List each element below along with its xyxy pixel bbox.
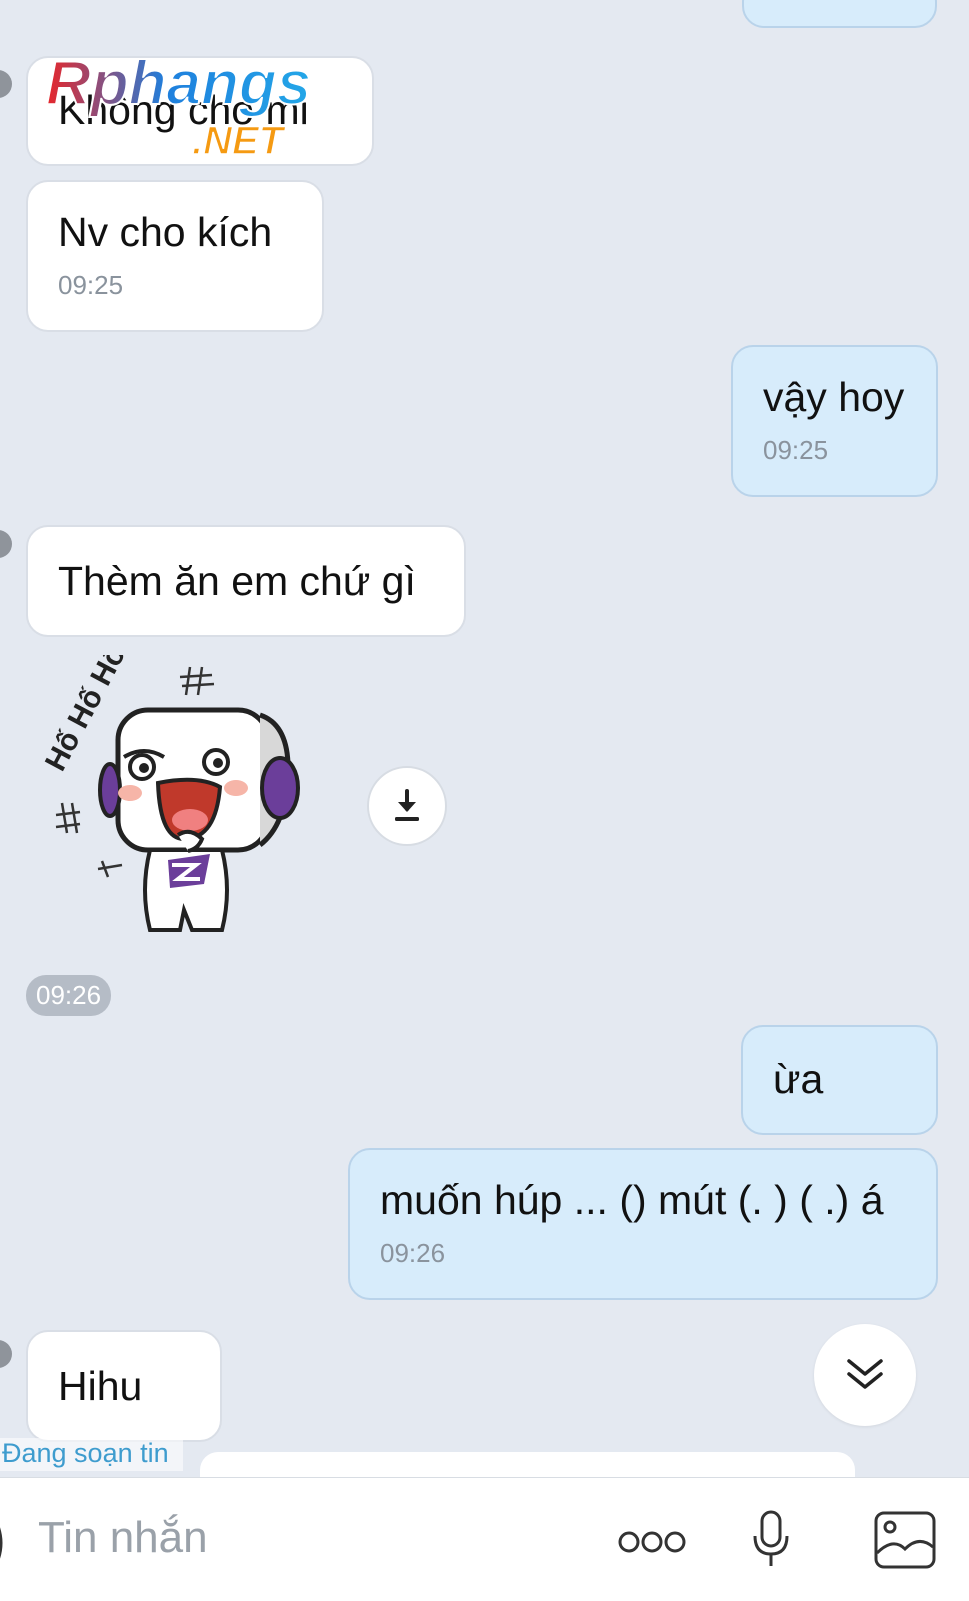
message-text: ừa bbox=[773, 1056, 824, 1102]
typing-indicator: Đang soạn tin bbox=[0, 1438, 183, 1471]
message-time: 09:25 bbox=[763, 435, 829, 466]
message-bubble-outgoing[interactable]: muốn húp ... () mút (. ) ( .) á 09:26 bbox=[348, 1148, 938, 1300]
chevron-double-down-icon bbox=[847, 1359, 883, 1389]
download-button[interactable] bbox=[367, 766, 447, 846]
sticker-image[interactable]: Hố Hố Hố bbox=[40, 655, 310, 955]
message-bubble-incoming[interactable]: Hihu bbox=[26, 1330, 222, 1442]
avatar[interactable] bbox=[0, 530, 12, 558]
sticker-time-badge: 09:26 bbox=[26, 975, 112, 1016]
message-text: Thèm ăn em chứ gì bbox=[58, 558, 416, 604]
message-composer: Tin nhắn bbox=[0, 1477, 969, 1601]
svg-text:Rphangs: Rphangs bbox=[46, 52, 311, 118]
emoji-icon[interactable] bbox=[0, 1513, 10, 1573]
message-bubble-incoming[interactable]: Thèm ăn em chứ gì bbox=[26, 525, 466, 637]
microphone-icon[interactable] bbox=[751, 1510, 791, 1570]
message-text: Hihu bbox=[58, 1363, 143, 1409]
scroll-to-bottom-button[interactable] bbox=[814, 1324, 916, 1426]
svg-text:.NET: .NET bbox=[192, 119, 287, 162]
message-text: vậy hoy bbox=[763, 374, 905, 420]
message-text: muốn húp ... () mút (. ) ( .) á bbox=[380, 1177, 884, 1223]
watermark-logo: Rphangs .NET bbox=[46, 52, 312, 162]
avatar[interactable] bbox=[0, 1340, 12, 1368]
message-bubble-incoming[interactable]: Nv cho kích 09:25 bbox=[26, 180, 324, 332]
message-time: 09:26 bbox=[380, 1238, 446, 1269]
avatar[interactable] bbox=[0, 70, 12, 98]
download-icon bbox=[395, 789, 419, 821]
message-bubble-outgoing[interactable]: vậy hoy 09:25 bbox=[731, 345, 938, 497]
message-time: 09:25 bbox=[58, 270, 124, 301]
image-icon[interactable] bbox=[874, 1511, 936, 1569]
more-dots-icon[interactable] bbox=[617, 1530, 687, 1554]
message-text: Nv cho kích bbox=[58, 209, 273, 255]
message-input[interactable]: Tin nhắn bbox=[38, 1513, 208, 1563]
message-bubble-outgoing-partial[interactable] bbox=[742, 0, 937, 28]
message-bubble-outgoing[interactable]: ừa bbox=[741, 1025, 938, 1135]
